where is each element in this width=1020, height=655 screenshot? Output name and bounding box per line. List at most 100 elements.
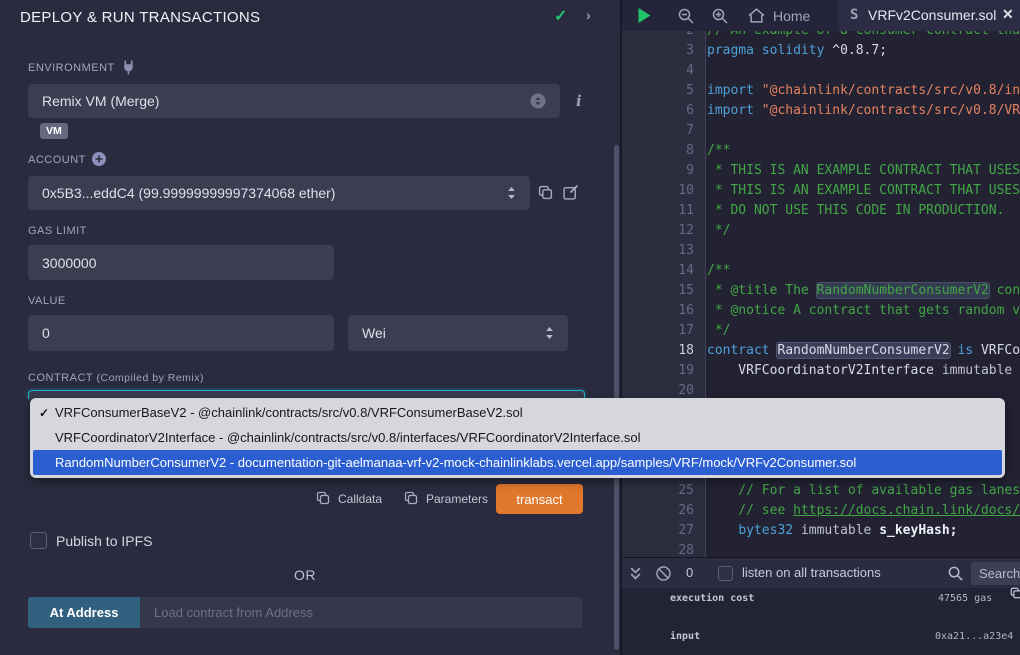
line-number: 4 xyxy=(622,61,694,81)
solidity-icon: S xyxy=(850,7,858,23)
terminal-search-input[interactable] xyxy=(971,562,1020,585)
contract-dropdown: ✓ VRFConsumerBaseV2 - @chainlink/contract… xyxy=(30,398,1005,478)
code-editor[interactable]: 2345678910111213141516171819202122232425… xyxy=(622,31,1020,557)
select-caret-icon xyxy=(545,326,554,340)
collapse-panel-icon[interactable]: › xyxy=(586,7,591,23)
environment-info-icon[interactable]: i xyxy=(576,92,582,110)
code-line[interactable]: import "@chainlink/contracts/src/v0.8/in xyxy=(707,81,1020,101)
parameters-label[interactable]: Parameters xyxy=(426,492,488,506)
line-number: 26 xyxy=(622,501,694,521)
environment-label: ENVIRONMENT xyxy=(28,62,115,74)
code-line[interactable]: VRFCoordinatorV2Interface immutable xyxy=(707,361,1020,381)
code-line[interactable]: * @notice A contract that gets random v xyxy=(707,301,1020,321)
code-line[interactable]: * DO NOT USE THIS CODE IN PRODUCTION. xyxy=(707,201,1020,221)
line-number: 19 xyxy=(622,361,694,381)
account-select[interactable]: 0x5B3...eddC4 (99.99999999997374068 ethe… xyxy=(28,176,530,210)
contract-option-label: VRFConsumerBaseV2 - @chainlink/contracts… xyxy=(55,405,523,420)
run-script-icon[interactable] xyxy=(637,7,652,24)
copy-parameters-icon[interactable] xyxy=(404,491,418,505)
contract-option[interactable]: VRFCoordinatorV2Interface - @chainlink/c… xyxy=(30,425,1005,450)
at-address-button[interactable]: At Address xyxy=(28,597,140,628)
code-line[interactable]: * THIS IS AN EXAMPLE CONTRACT THAT USES xyxy=(707,161,1020,181)
copy-value-icon[interactable] xyxy=(1010,587,1020,599)
add-account-icon[interactable] xyxy=(92,152,106,166)
copy-calldata-icon[interactable] xyxy=(316,491,330,505)
terminal-row-label: input xyxy=(670,631,700,643)
contract-label: CONTRACT (Compiled by Remix) xyxy=(28,372,204,384)
search-icon xyxy=(948,566,963,581)
code-line[interactable]: // An example of a consumer contract tha… xyxy=(707,31,1020,41)
publish-ipfs-checkbox[interactable] xyxy=(30,532,47,549)
gas-limit-input[interactable] xyxy=(28,245,334,280)
code-line[interactable] xyxy=(707,121,1020,141)
code-line[interactable]: */ xyxy=(707,221,1020,241)
check-icon: ✓ xyxy=(38,406,50,420)
line-number: 18 xyxy=(622,341,694,361)
terminal-row-value: 47565 gas xyxy=(938,593,992,605)
code-line[interactable]: import "@chainlink/contracts/src/v0.8/VR xyxy=(707,101,1020,121)
clear-console-icon[interactable] xyxy=(656,566,671,581)
line-number: 10 xyxy=(622,181,694,201)
code-line[interactable]: bytes32 immutable s_keyHash; xyxy=(707,521,1020,541)
code-line[interactable]: /** xyxy=(707,261,1020,281)
listen-transactions-label: listen on all transactions xyxy=(742,565,881,580)
copy-account-icon[interactable] xyxy=(538,185,553,200)
transact-button[interactable]: transact xyxy=(496,484,583,514)
publish-ipfs-label: Publish to IPFS xyxy=(56,533,153,549)
home-icon xyxy=(748,8,765,23)
vm-badge: VM xyxy=(40,123,68,139)
select-stepper-icon xyxy=(530,93,546,109)
transaction-count-badge: 0 xyxy=(686,565,693,580)
code-line[interactable]: */ xyxy=(707,321,1020,341)
zoom-out-icon[interactable] xyxy=(678,8,694,24)
value-label: VALUE xyxy=(28,295,66,307)
code-line[interactable]: * THIS IS AN EXAMPLE CONTRACT THAT USES xyxy=(707,181,1020,201)
tab-home[interactable]: Home xyxy=(740,0,838,31)
line-number: 3 xyxy=(622,41,694,61)
terminal: 0 listen on all transactions execution c… xyxy=(622,557,1020,655)
panel-title: DEPLOY & RUN TRANSACTIONS xyxy=(20,9,260,26)
success-check-icon: ✓ xyxy=(554,6,567,26)
expand-terminal-icon[interactable] xyxy=(630,567,641,580)
line-number: 14 xyxy=(622,261,694,281)
calldata-label[interactable]: Calldata xyxy=(338,492,382,506)
contract-option[interactable]: RandomNumberConsumerV2 - documentation-g… xyxy=(33,450,1002,475)
editor-tabbar: Home S VRFv2Consumer.sol ✕ xyxy=(622,0,1020,31)
code-line[interactable]: // For a list of available gas lanes, xyxy=(707,481,1020,501)
at-address-input[interactable] xyxy=(140,597,582,628)
code-line[interactable]: pragma solidity ^0.8.7; xyxy=(707,41,1020,61)
gas-limit-label: GAS LIMIT xyxy=(28,225,87,237)
environment-select[interactable]: Remix VM (Merge) xyxy=(28,84,560,118)
account-value: 0x5B3...eddC4 (99.99999999997374068 ethe… xyxy=(42,185,335,201)
code-line[interactable] xyxy=(707,241,1020,261)
line-number: 2 xyxy=(622,31,694,41)
select-caret-icon xyxy=(507,186,516,200)
edit-account-icon[interactable] xyxy=(563,184,579,200)
value-unit-select[interactable]: Wei xyxy=(348,315,568,351)
contract-option[interactable]: ✓ VRFConsumerBaseV2 - @chainlink/contract… xyxy=(30,400,1005,425)
line-number: 15 xyxy=(622,281,694,301)
line-number: 25 xyxy=(622,481,694,501)
contract-option-label: VRFCoordinatorV2Interface - @chainlink/c… xyxy=(55,430,640,445)
line-number: 7 xyxy=(622,121,694,141)
close-tab-icon[interactable]: ✕ xyxy=(1002,6,1014,23)
value-input[interactable] xyxy=(28,315,334,351)
zoom-in-icon[interactable] xyxy=(712,8,728,24)
line-number: 28 xyxy=(622,541,694,557)
code-line[interactable]: /** xyxy=(707,141,1020,161)
line-number: 12 xyxy=(622,221,694,241)
line-number: 5 xyxy=(622,81,694,101)
contract-option-label: RandomNumberConsumerV2 - documentation-g… xyxy=(55,455,856,470)
code-line[interactable]: * @title The RandomNumberConsumerV2 con xyxy=(707,281,1020,301)
code-line[interactable]: // see https://docs.chain.link/docs/ xyxy=(707,501,1020,521)
gutter-numbers: 2345678910111213141516171819202122232425… xyxy=(622,31,706,557)
terminal-toolbar: 0 listen on all transactions xyxy=(622,557,1020,588)
or-label: OR xyxy=(0,567,610,583)
line-number: 17 xyxy=(622,321,694,341)
tab-vrfv2consumer[interactable]: S VRFv2Consumer.sol ✕ xyxy=(838,0,1020,31)
code-line[interactable] xyxy=(707,541,1020,557)
code-line[interactable]: contract RandomNumberConsumerV2 is VRFCo xyxy=(707,341,1020,361)
listen-transactions-checkbox[interactable] xyxy=(718,566,733,581)
code-line[interactable] xyxy=(707,61,1020,81)
terminal-row-label: execution cost xyxy=(670,593,754,605)
